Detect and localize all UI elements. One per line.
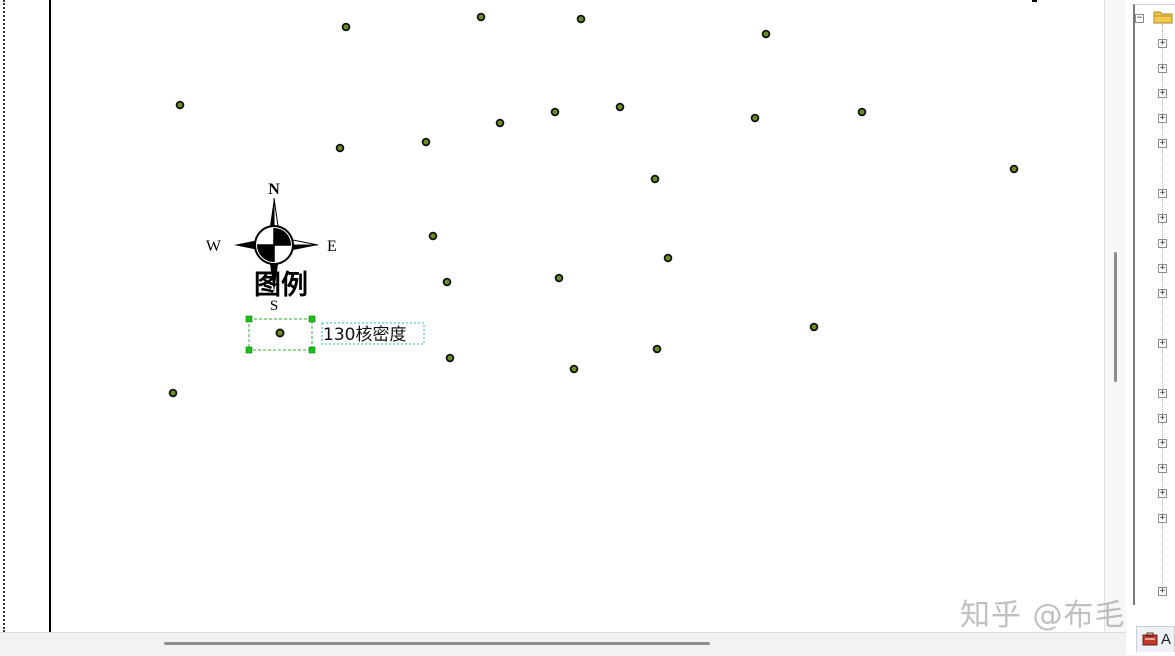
sample-point [495, 118, 505, 128]
sample-point [428, 231, 438, 241]
selection-handle[interactable] [308, 346, 316, 354]
sample-point [761, 29, 771, 39]
collapse-toggle[interactable]: − [1135, 14, 1144, 23]
legend-label: 130核密度 [323, 325, 406, 345]
sample-point [445, 353, 455, 363]
sample-point [663, 253, 673, 263]
arctoolbox-tab[interactable]: A [1136, 626, 1175, 652]
expand-toggle[interactable]: + [1158, 239, 1167, 248]
sample-point [750, 113, 760, 123]
sample-points-layer [168, 12, 1019, 398]
folder-icon[interactable] [1153, 10, 1173, 24]
compass-north-label: N [268, 181, 280, 198]
legend-title: 图例 [254, 270, 308, 301]
sample-point [1009, 164, 1019, 174]
sample-point [576, 14, 586, 24]
sample-point [554, 273, 564, 283]
selection-handle[interactable] [308, 315, 316, 323]
compass-east-label: E [327, 238, 337, 255]
expand-toggle[interactable]: + [1158, 89, 1167, 98]
sample-point [809, 322, 819, 332]
left-panel-edge [0, 0, 51, 632]
vertical-scroll-thumb[interactable] [1114, 252, 1117, 382]
page-border-outer [3, 0, 5, 632]
map-layout-svg[interactable]: N S E W 图例 130核密度 [51, 0, 1104, 632]
expand-toggle[interactable]: + [1158, 389, 1167, 398]
vertical-scrollbar[interactable] [1104, 0, 1127, 632]
toolbox-icon [1142, 632, 1158, 646]
horizontal-scroll-thumb[interactable] [164, 642, 710, 645]
expand-toggle[interactable]: + [1158, 139, 1167, 148]
expand-toggle[interactable]: + [1158, 439, 1167, 448]
selection-handle[interactable] [245, 346, 253, 354]
map-edge-mark [1032, 0, 1037, 2]
expand-toggle[interactable]: + [1158, 489, 1167, 498]
expand-toggle[interactable]: + [1158, 464, 1167, 473]
expand-toggle[interactable]: + [1158, 114, 1167, 123]
sample-point [335, 143, 345, 153]
expand-toggle[interactable]: + [1158, 339, 1167, 348]
arctoolbox-tab-label: A [1161, 631, 1172, 648]
expand-toggle[interactable]: + [1158, 264, 1167, 273]
compass-west-label: W [206, 238, 222, 255]
expand-toggle[interactable]: + [1158, 514, 1167, 523]
sample-point [615, 102, 625, 112]
selection-handle[interactable] [245, 315, 253, 323]
sample-point [569, 364, 579, 374]
toc-frame [1133, 4, 1175, 605]
watermark: 知乎 @布毛 [960, 598, 1126, 633]
map-canvas[interactable]: N S E W 图例 130核密度 [51, 0, 1104, 632]
sample-point [550, 107, 560, 117]
tree-connector-line [1162, 24, 1163, 596]
expand-toggle[interactable]: + [1158, 39, 1167, 48]
sample-point [652, 344, 662, 354]
expand-toggle[interactable]: + [1158, 587, 1167, 596]
sample-point [421, 137, 431, 147]
sample-point [650, 174, 660, 184]
expand-toggle[interactable]: + [1158, 289, 1167, 298]
expand-toggle[interactable]: + [1158, 214, 1167, 223]
sample-point [857, 107, 867, 117]
table-of-contents-panel [1126, 0, 1175, 655]
legend-point-symbol [275, 328, 285, 338]
sample-point [168, 388, 178, 398]
expand-toggle[interactable]: + [1158, 64, 1167, 73]
expand-toggle[interactable]: + [1158, 414, 1167, 423]
sample-point [442, 277, 452, 287]
expand-toggle[interactable]: + [1158, 189, 1167, 198]
sample-point [175, 100, 185, 110]
horizontal-scrollbar[interactable] [0, 632, 1134, 656]
sample-point [341, 22, 351, 32]
sample-point [476, 12, 486, 22]
